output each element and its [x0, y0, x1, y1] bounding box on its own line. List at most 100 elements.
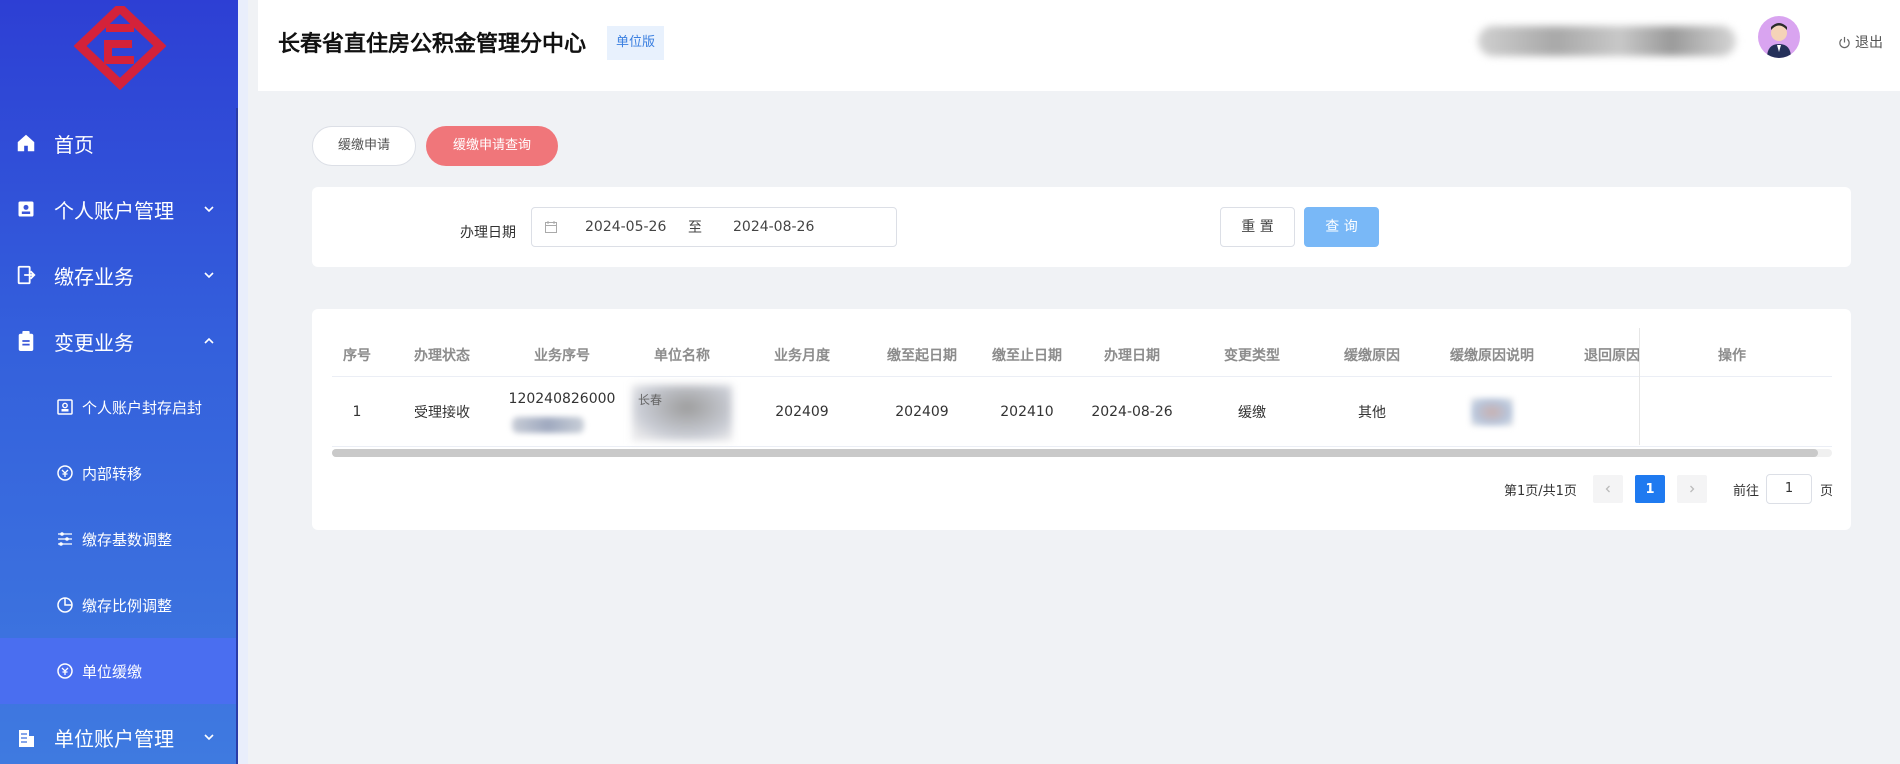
sidebar-item-home[interactable]: 首页	[0, 110, 236, 176]
horizontal-scrollbar[interactable]	[332, 449, 1832, 457]
cell-end: 202410	[1000, 403, 1054, 420]
sidebar-subitem-defer[interactable]: 单位缓缴	[0, 638, 236, 704]
results-table: 序号 办理状态 业务序号 单位名称 业务月度 缴至起日期 缴至止日期 办理日期 …	[312, 309, 1851, 530]
date-filter-label: 办理日期	[460, 225, 516, 241]
home-icon	[14, 131, 38, 155]
sidebar-item-label: 缴存业务	[54, 264, 134, 289]
logout-label: 退出	[1855, 35, 1883, 51]
sidebar-item-deposit[interactable]: 缴存业务	[0, 242, 236, 308]
column-header: 操作	[1718, 347, 1746, 364]
cell-start: 202409	[895, 403, 949, 420]
column-header: 业务月度	[774, 347, 830, 364]
cell-reason-desc	[1432, 377, 1552, 446]
start-date-input[interactable]: 2024-05-26	[585, 219, 666, 235]
avatar[interactable]	[1758, 16, 1800, 58]
reason-desc-blurred	[1471, 397, 1513, 426]
cell-return-reason	[1552, 377, 1672, 446]
logout-button[interactable]: 退出	[1838, 32, 1883, 52]
scrollbar-thumb[interactable]	[332, 449, 1818, 457]
sidebar-subitem-seal[interactable]: 个人账户封存启封	[0, 374, 236, 440]
column-header: 序号	[343, 347, 371, 364]
column-header: 办理状态	[414, 347, 470, 364]
chevron-right-icon	[1690, 485, 1695, 493]
cell-actions	[1672, 377, 1792, 446]
transfer-icon	[56, 464, 74, 482]
clipboard-icon	[14, 329, 38, 353]
cell-unit: 长春	[622, 377, 742, 446]
sidebar-subitem-label: 缴存基数调整	[82, 530, 173, 549]
table-header: 序号 办理状态 业务序号 单位名称 业务月度 缴至起日期 缴至止日期 办理日期 …	[332, 333, 1832, 377]
biz-no-blurred	[512, 417, 584, 433]
sidebar-item-change[interactable]: 变更业务	[0, 308, 236, 374]
reset-button[interactable]: 重 置	[1220, 207, 1295, 247]
chevron-up-icon	[204, 337, 214, 344]
sidebar-item-personal-account[interactable]: 个人账户管理	[0, 176, 236, 242]
chevron-down-icon	[204, 734, 214, 741]
goto-page-input[interactable]: 1	[1766, 474, 1812, 504]
fixed-column-divider	[1639, 328, 1640, 445]
sidebar-subitem-label: 单位缓缴	[82, 662, 143, 681]
sidebar-subitem-label: 缴存比例调整	[82, 596, 173, 615]
sidebar-item-label: 变更业务	[54, 330, 134, 355]
defer-icon	[56, 662, 74, 680]
pie-icon	[56, 596, 74, 614]
goto-label: 前往	[1733, 483, 1760, 499]
chevron-down-icon	[204, 206, 214, 213]
column-header: 变更类型	[1224, 347, 1280, 364]
id-card-icon	[14, 197, 38, 221]
sidebar-item-label: 个人账户管理	[54, 198, 174, 223]
user-avatar-icon	[1767, 23, 1791, 58]
column-header: 缴至止日期	[992, 347, 1062, 364]
chevron-left-icon	[1605, 485, 1610, 493]
end-date-input[interactable]: 2024-08-26	[733, 219, 814, 235]
power-icon	[1839, 36, 1850, 48]
building-icon	[14, 725, 38, 749]
column-header: 业务序号	[534, 347, 590, 364]
cell-biz-no: 120240826000	[502, 377, 622, 446]
tab-defer-query[interactable]: 缓缴申请查询	[426, 126, 558, 166]
sidebar-subitem-transfer[interactable]: 内部转移	[0, 440, 236, 506]
cell-change-type: 缓缴	[1238, 404, 1266, 421]
deposit-icon	[14, 263, 38, 287]
biz-no-text: 120240826000	[508, 391, 616, 407]
column-header: 办理日期	[1104, 347, 1160, 364]
sidebar-item-label: 首页	[54, 132, 94, 157]
sidebar-item-label: 单位账户管理	[54, 726, 174, 751]
date-range-picker[interactable]: 2024-05-26 至 2024-08-26	[531, 207, 897, 247]
filter-panel: 办理日期 2024-05-26 至 2024-08-26 重 置 查 询	[312, 187, 1851, 267]
cell-status: 受理接收	[414, 404, 470, 421]
page-number-current[interactable]: 1	[1635, 475, 1665, 503]
page-unit-label: 页	[1820, 483, 1834, 499]
version-badge: 单位版	[607, 26, 665, 60]
page-summary: 第1页/共1页	[1504, 483, 1577, 499]
tab-defer-apply[interactable]: 缓缴申请	[312, 126, 416, 166]
column-header: 单位名称	[654, 347, 710, 364]
query-button[interactable]: 查 询	[1304, 207, 1379, 247]
date-separator: 至	[688, 220, 702, 236]
next-page-button[interactable]	[1677, 475, 1707, 503]
sliders-icon	[56, 530, 74, 548]
cell-index: 1	[352, 403, 362, 420]
unit-name-text: 长春	[638, 393, 663, 407]
sidebar-subitem-base-adjust[interactable]: 缴存基数调整	[0, 506, 236, 572]
sidebar-subitem-label: 内部转移	[82, 464, 143, 483]
cell-reason: 其他	[1358, 404, 1386, 421]
logo-icon	[74, 6, 166, 90]
column-header: 缓缴原因	[1344, 347, 1400, 364]
column-header: 退回原因	[1584, 347, 1640, 364]
sidebar-item-unit-account[interactable]: 单位账户管理	[0, 704, 236, 764]
prev-page-button[interactable]	[1593, 475, 1623, 503]
page-title: 长春省直住房公积金管理分中心	[278, 32, 587, 57]
cell-date: 2024-08-26	[1091, 403, 1173, 420]
sidebar: 首页 个人账户管理 缴存业务 变更业务 个人账户封存启封 内部转移 缴存基数调整…	[0, 0, 248, 764]
user-name-blurred	[1478, 26, 1736, 56]
calendar-icon	[545, 221, 557, 233]
header: 长春省直住房公积金管理分中心 单位版 退出	[258, 0, 1900, 91]
chevron-down-icon	[204, 272, 214, 279]
sidebar-subitem-label: 个人账户封存启封	[82, 398, 203, 417]
sidebar-subitem-ratio-adjust[interactable]: 缴存比例调整	[0, 572, 236, 638]
column-header: 缴至起日期	[887, 347, 957, 364]
sidebar-divider	[236, 108, 238, 764]
column-header: 缓缴原因说明	[1450, 347, 1534, 364]
table-row[interactable]: 1 受理接收 120240826000 长春 202409 202409 202…	[332, 377, 1832, 447]
